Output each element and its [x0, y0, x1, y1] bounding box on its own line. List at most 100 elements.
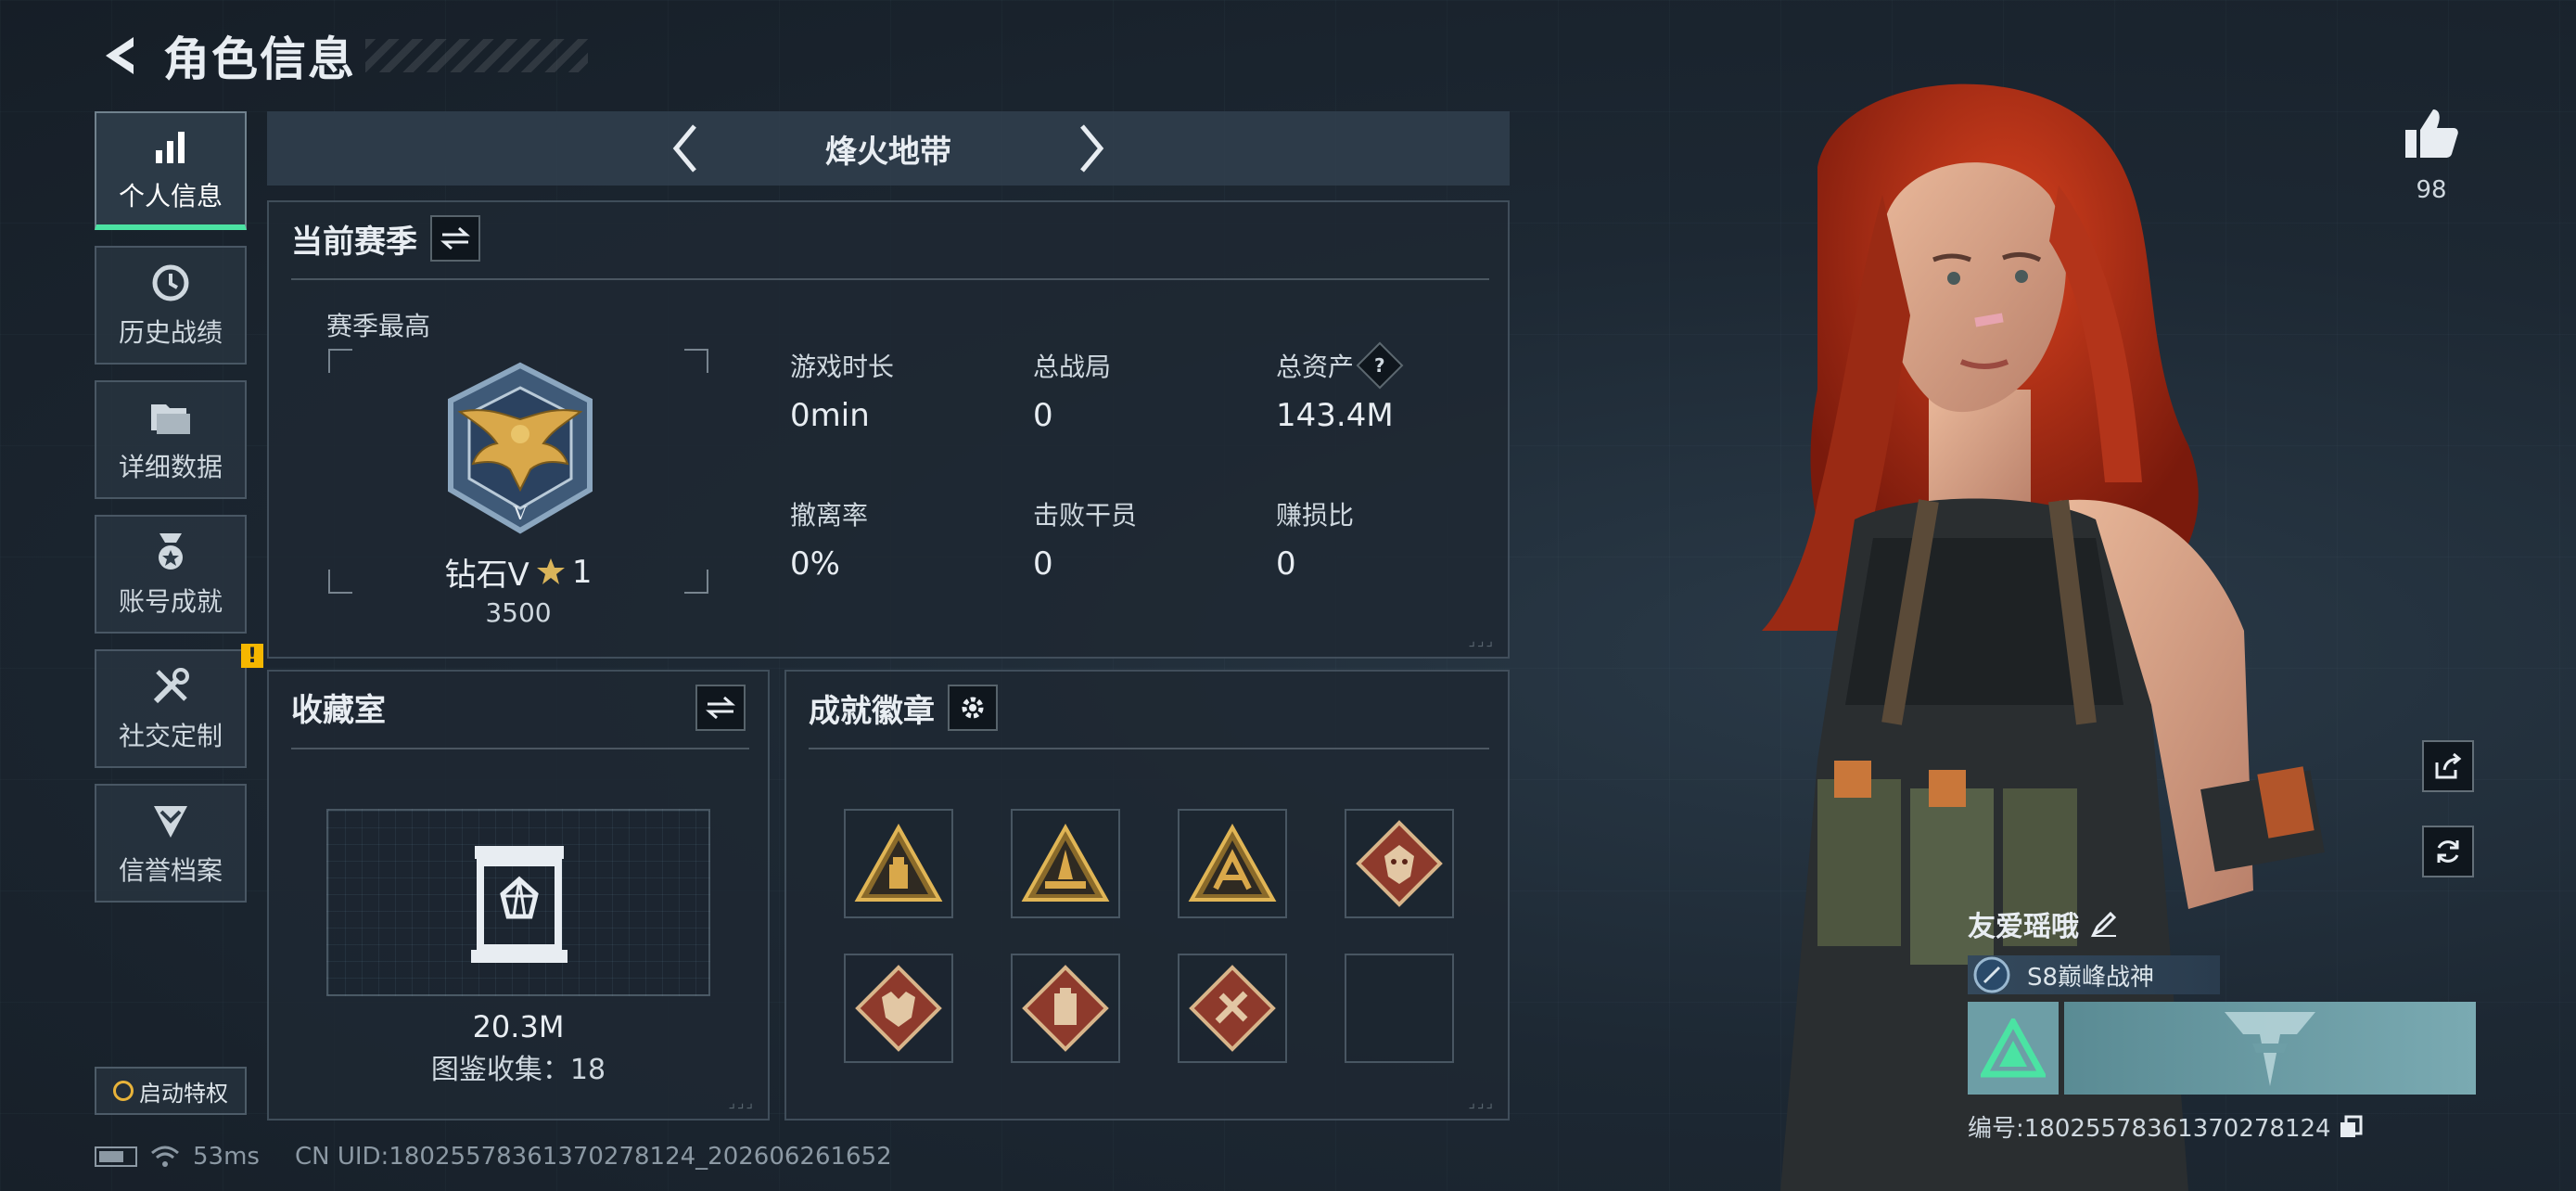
- stat-value: 0: [1276, 545, 1296, 583]
- triangle-badge-icon: [1021, 824, 1110, 902]
- tools-icon: [148, 664, 193, 709]
- sidebar-item-credit[interactable]: 信誉档案: [95, 784, 247, 903]
- copy-icon[interactable]: [2339, 1115, 2363, 1139]
- stat-value: 0: [1033, 397, 1053, 434]
- swap-icon: [440, 226, 470, 250]
- collection-swap-button[interactable]: [695, 685, 746, 731]
- player-card: 友爱瑶哦 S8巅峰战神 编号:18025578361370278124: [1968, 903, 2476, 1144]
- badge-slot[interactable]: [844, 954, 953, 1063]
- divider: [809, 748, 1489, 749]
- sidebar-item-social[interactable]: ! 社交定制: [95, 644, 263, 768]
- sidebar-item-label: 账号成就: [118, 586, 223, 617]
- badge-slot[interactable]: [1178, 954, 1287, 1063]
- shield-chevron-icon: [148, 799, 193, 843]
- sidebar-item-history[interactable]: 历史战绩: [95, 246, 247, 365]
- gear-icon: [962, 697, 984, 719]
- badge-slot[interactable]: [1345, 809, 1454, 918]
- refresh-button[interactable]: [2422, 826, 2474, 877]
- privilege-button[interactable]: 启动特权: [95, 1067, 247, 1115]
- share-button[interactable]: [2422, 740, 2474, 792]
- triangle-badge-icon: [854, 824, 943, 902]
- title-decoration: [365, 39, 588, 72]
- sidebar-item-label: 详细数据: [118, 452, 223, 482]
- triangle-logo-icon: [1981, 1018, 2046, 1078]
- badge-slot[interactable]: [1178, 809, 1287, 918]
- stat-label: 总资产: [1276, 352, 1355, 382]
- rank-name-row: 钻石V 1: [328, 549, 708, 595]
- stat-profit-loss-ratio: 赚损比 0: [1276, 495, 1495, 583]
- battery-icon: [95, 1146, 137, 1167]
- collection-value: 20.3M: [472, 1009, 565, 1044]
- player-id: 编号:18025578361370278124: [1968, 1115, 2331, 1143]
- sidebar-item-details[interactable]: 详细数据: [95, 380, 247, 499]
- sidebar-item-personal-info[interactable]: 个人信息: [95, 111, 247, 230]
- edit-pencil-icon[interactable]: [2090, 910, 2118, 938]
- badges-title: 成就徽章: [809, 692, 935, 730]
- mode-title: 烽火地带: [825, 133, 951, 171]
- diamond-badge-icon: [1356, 820, 1443, 907]
- diamond-badge-icon: [1022, 965, 1109, 1052]
- season-stats: 游戏时长 0min 总战局 0 总资产 ? 143.4M 撤离率 0% 击败干员…: [790, 341, 1495, 583]
- stat-value: 0min: [790, 397, 870, 434]
- collection-panel[interactable]: 收藏室 20.3M 图鉴收集：18 ⌟⌟⌟: [267, 670, 770, 1121]
- stat-label: 总战局: [1033, 352, 1112, 382]
- divider: [291, 748, 749, 749]
- chevron-right-icon: [1080, 124, 1104, 173]
- back-button[interactable]: [93, 28, 148, 83]
- svg-text:V: V: [513, 502, 528, 524]
- thumbs-up-icon: [2405, 109, 2458, 158]
- collection-preview[interactable]: [326, 809, 710, 996]
- badge-slot[interactable]: [1011, 954, 1120, 1063]
- share-icon: [2435, 752, 2462, 779]
- rank-score: 3500: [485, 597, 552, 628]
- like-button[interactable]: [2402, 104, 2461, 163]
- prev-mode-button[interactable]: [657, 121, 712, 176]
- sidebar-item-label: 历史战绩: [118, 317, 223, 348]
- collection-count: 图鉴收集：18: [430, 1054, 606, 1086]
- player-id-row: 编号:18025578361370278124: [1968, 1109, 2476, 1144]
- diamond-badge-icon: [855, 965, 942, 1052]
- status-bar: 53ms CN UID:18025578361370278124_2026062…: [95, 1143, 892, 1171]
- next-mode-button[interactable]: [1065, 121, 1120, 176]
- badges-settings-button[interactable]: [948, 685, 998, 731]
- stat-value: 0%: [790, 545, 840, 583]
- ping-value: 53ms: [193, 1143, 260, 1171]
- rank-name: 钻石V: [444, 557, 529, 594]
- notification-badge: !: [241, 644, 263, 668]
- folder-icon: [148, 395, 193, 440]
- badge-slot-empty[interactable]: [1345, 954, 1454, 1063]
- medal-icon: [148, 530, 193, 574]
- corner-decoration: ⌟⌟⌟: [1468, 1094, 1495, 1111]
- season-swap-button[interactable]: [430, 215, 480, 262]
- season-peak-label: 赛季最高: [326, 311, 431, 341]
- stat-operators-defeated: 击败干员 0: [1033, 495, 1276, 583]
- back-arrow-icon: [106, 37, 134, 74]
- help-icon[interactable]: ?: [1356, 341, 1404, 390]
- corner-decoration: ⌟⌟⌟: [728, 1094, 755, 1111]
- diamond-badge-icon: [1189, 965, 1276, 1052]
- triangle-badge-icon: [1188, 824, 1277, 902]
- badge-slot[interactable]: [1011, 809, 1120, 918]
- stat-extraction-rate: 撤离率 0%: [790, 495, 1033, 583]
- corner-decoration: ⌟⌟⌟: [1468, 632, 1495, 649]
- nameplate-emblem: [1968, 1002, 2059, 1095]
- wifi-icon: [151, 1146, 179, 1167]
- swap-icon: [706, 696, 735, 720]
- stat-play-time: 游戏时长 0min: [790, 347, 1033, 434]
- player-title: S8巅峰战神: [2027, 963, 2155, 992]
- sidebar-item-achievements[interactable]: 账号成就: [95, 515, 247, 634]
- stat-value: 0: [1033, 545, 1053, 583]
- diamond-rank-emblem-icon: V: [448, 362, 593, 534]
- page-header: 角色信息: [93, 20, 588, 91]
- stat-total-matches: 总战局 0: [1033, 347, 1276, 434]
- uid-text: CN UID:18025578361370278124_202606261652: [294, 1143, 892, 1171]
- mode-switcher: 烽火地带: [267, 111, 1510, 186]
- history-clock-icon: [148, 261, 193, 305]
- star-icon: [536, 557, 565, 584]
- divider: [291, 278, 1489, 280]
- stat-label: 赚损比: [1276, 500, 1355, 531]
- stat-value: 143.4M: [1276, 397, 1394, 434]
- banner-logo-icon: [2225, 1012, 2315, 1086]
- badge-slot[interactable]: [844, 809, 953, 918]
- nameplate-banner: [2064, 1002, 2476, 1095]
